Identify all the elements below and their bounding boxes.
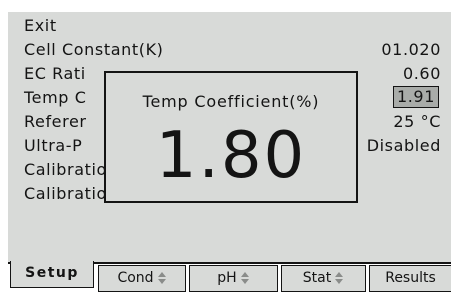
menu-item-label: Temp C [24, 88, 87, 107]
tab-label: Cond [117, 270, 154, 286]
menu-item-cell-constant[interactable]: Cell Constant(K) 01.020 [24, 38, 441, 62]
popup-value: 1.80 [155, 119, 307, 193]
menu-item-value: 01.020 [381, 40, 441, 59]
tab-label: Results [385, 270, 436, 286]
menu-item-label: EC Rati [24, 64, 86, 83]
menu-item-label: Referer [24, 112, 87, 131]
up-down-arrows-icon [334, 271, 344, 285]
menu-item-value: 25 °C [393, 112, 441, 131]
popup-title: Temp Coefficient(%) [142, 92, 320, 111]
menu-item-label: Exit [24, 16, 57, 35]
tab-label: Setup [25, 265, 79, 281]
up-down-arrows-icon [157, 271, 167, 285]
menu-item-value: 0.60 [402, 64, 441, 83]
instrument-screen: Exit Cell Constant(K) 01.020 EC Rati 0.6… [8, 12, 451, 306]
menu-item-exit[interactable]: Exit [24, 14, 441, 38]
tab-bar: Setup Cond pH Stat Results [8, 261, 451, 306]
up-down-arrows-icon [240, 271, 250, 285]
tab-label: Stat [302, 270, 332, 286]
tab-label: pH [217, 270, 237, 286]
menu-item-label: Ultra-P [24, 136, 83, 155]
tab-cond[interactable]: Cond [98, 265, 186, 292]
tab-ph[interactable]: pH [189, 265, 278, 292]
menu-item-label: Cell Constant(K) [24, 40, 164, 59]
tab-setup[interactable]: Setup [10, 261, 94, 288]
tab-results[interactable]: Results [369, 265, 451, 292]
temp-coefficient-popup: Temp Coefficient(%) 1.80 [104, 71, 358, 203]
tab-stat[interactable]: Stat [281, 265, 366, 292]
selected-value-box[interactable]: 1.91 [392, 86, 439, 108]
menu-item-value: Disabled [366, 136, 441, 155]
